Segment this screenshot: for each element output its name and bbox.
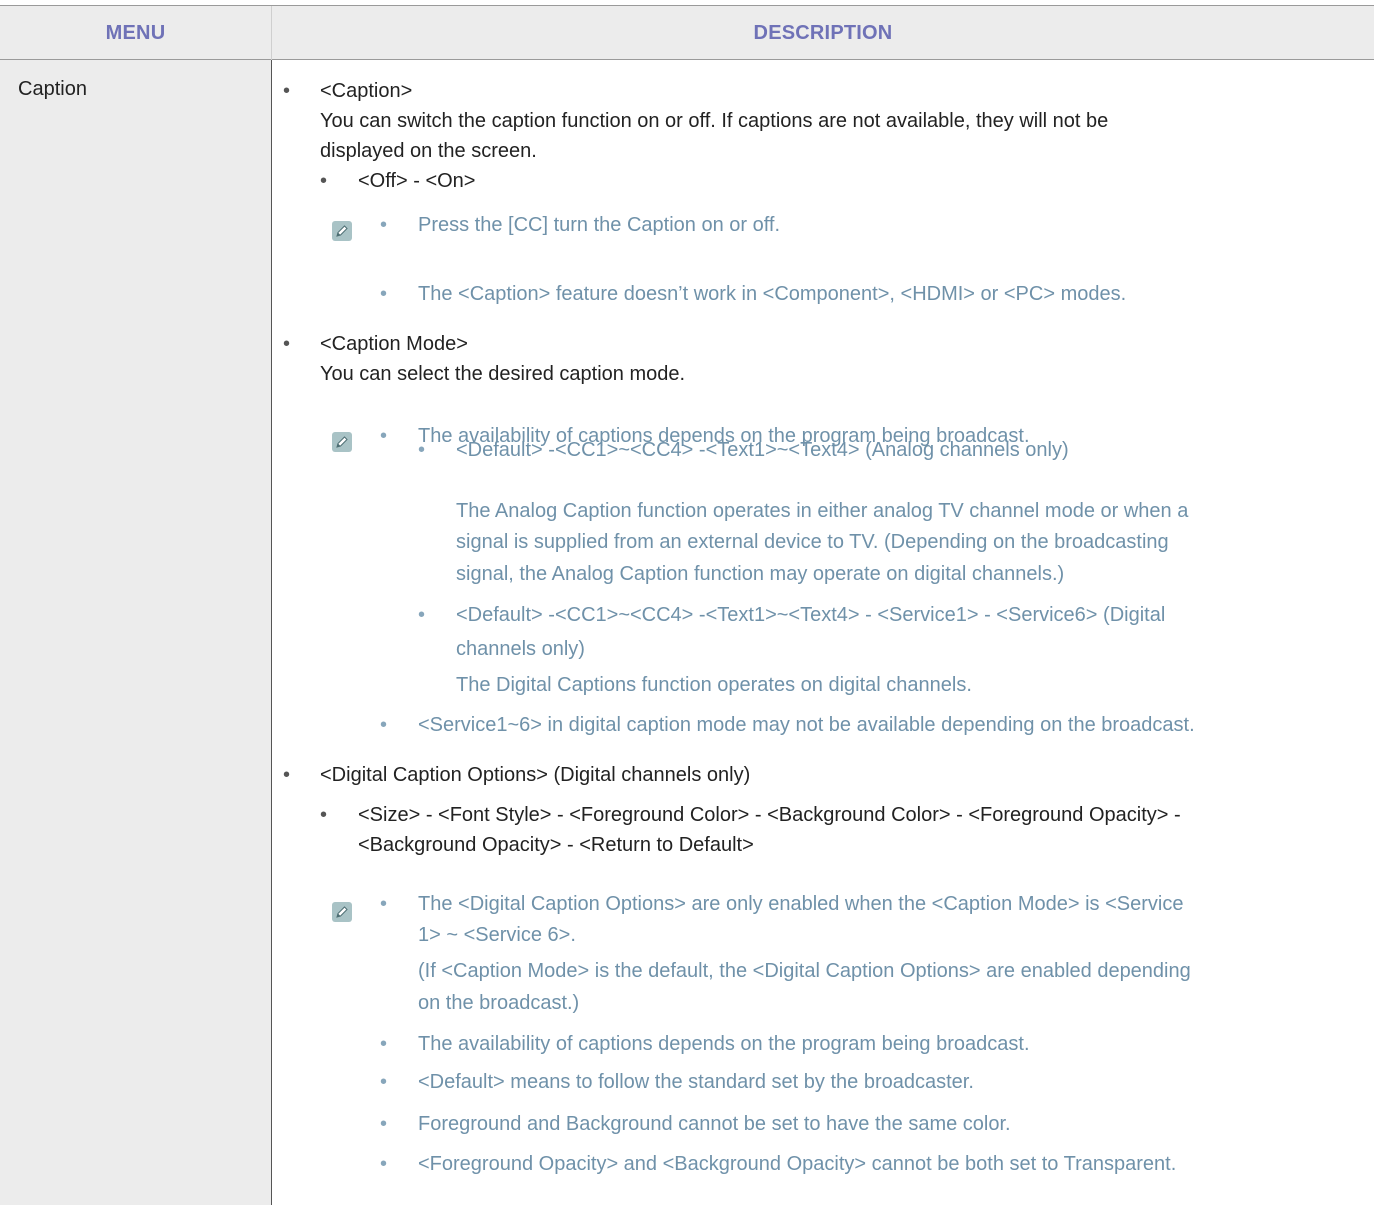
bullet: • — [380, 1033, 388, 1055]
bullet: • — [283, 80, 291, 102]
bullet: • — [380, 1071, 388, 1093]
caption-description: You can switch the caption function on o… — [320, 110, 1109, 132]
bullet: • — [320, 804, 328, 826]
note-text: 1> ~ <Service 6>. — [418, 924, 576, 946]
menu-item-caption: Caption — [18, 78, 87, 100]
bullet: • — [320, 170, 328, 192]
header-description-cell: DESCRIPTION — [273, 6, 1373, 61]
note-text: <Default> -<CC1>~<CC4> -<Text1>~<Text4> … — [456, 604, 1166, 626]
bullet: • — [418, 439, 426, 461]
note-text: The <Digital Caption Options> are only e… — [418, 893, 1184, 915]
digital-caption-options-list: <Size> - <Font Style> - <Foreground Colo… — [358, 804, 1181, 826]
note-text: <Default> -<CC1>~<CC4> -<Text1>~<Text4> … — [456, 439, 1069, 461]
note-text: channels only) — [456, 638, 585, 660]
note-text: Foreground and Background cannot be set … — [418, 1113, 1011, 1135]
bullet: • — [418, 604, 426, 626]
caption-mode-title: <Caption Mode> — [320, 333, 468, 355]
bullet: • — [380, 893, 388, 915]
note-text: <Foreground Opacity> and <Background Opa… — [418, 1153, 1177, 1175]
note-text: <Default> means to follow the standard s… — [418, 1071, 974, 1093]
bullet: • — [283, 764, 291, 786]
caption-options: <Off> - <On> — [358, 170, 476, 192]
caption-mode-description: You can select the desired caption mode. — [320, 363, 686, 385]
table-header: MENU DESCRIPTION — [0, 5, 1374, 61]
bullet: • — [380, 214, 388, 236]
note-text: The Analog Caption function operates in … — [456, 500, 1189, 522]
digital-caption-options-list-cont: <Background Opacity> - <Return to Defaul… — [358, 834, 754, 856]
caption-description-cont: displayed on the screen. — [320, 140, 537, 162]
digital-caption-options-title: <Digital Caption Options> (Digital chann… — [320, 764, 751, 786]
bullet: • — [283, 333, 291, 355]
bullet: • — [380, 1153, 388, 1175]
header-menu-label: MENU — [105, 22, 166, 44]
caption-title: <Caption> — [320, 80, 413, 102]
note-text: signal, the Analog Caption function may … — [456, 563, 1065, 585]
note-text: signal is supplied from an external devi… — [456, 531, 1169, 553]
note-text: Press the [CC] turn the Caption on or of… — [418, 214, 781, 236]
note-pencil-icon — [332, 221, 352, 241]
bullet: • — [380, 714, 388, 736]
note-text: The availability of captions depends on … — [418, 1033, 1030, 1055]
bullet: • — [380, 425, 388, 447]
note-pencil-icon — [332, 432, 352, 452]
note-text: The <Caption> feature doesn’t work in <C… — [418, 283, 1127, 305]
note-pencil-icon — [332, 902, 352, 922]
bullet: • — [380, 1113, 388, 1135]
note-text: (If <Caption Mode> is the default, the <… — [418, 960, 1191, 982]
note-text: <Service1~6> in digital caption mode may… — [418, 714, 1195, 736]
note-text: on the broadcast.) — [418, 992, 580, 1014]
header-description-label: DESCRIPTION — [753, 22, 893, 44]
header-menu-cell: MENU — [0, 6, 272, 61]
note-text: The Digital Captions function operates o… — [456, 674, 972, 696]
bullet: • — [380, 283, 388, 305]
menu-cell: Caption — [0, 60, 272, 1205]
